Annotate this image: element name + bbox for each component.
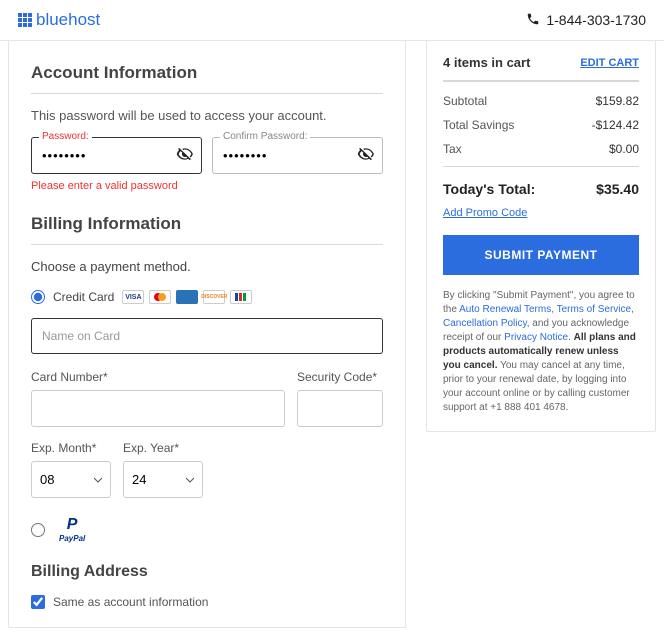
add-promo-link[interactable]: Add Promo Code: [443, 207, 527, 219]
credit-card-label: Credit Card: [53, 290, 114, 304]
privacy-link[interactable]: Privacy Notice: [504, 332, 568, 343]
choose-payment-text: Choose a payment method.: [31, 259, 383, 274]
exp-month-label: Exp. Month*: [31, 441, 111, 455]
support-phone[interactable]: 1-844-303-1730: [526, 12, 646, 29]
phone-icon: [526, 12, 540, 29]
logo-grid-icon: [18, 13, 32, 27]
cart-summary: 4 items in cart EDIT CART Subtotal $159.…: [426, 41, 656, 432]
tos-link[interactable]: Terms of Service: [557, 304, 631, 315]
submit-payment-button[interactable]: SUBMIT PAYMENT: [443, 235, 639, 275]
card-number-input[interactable]: [31, 390, 285, 427]
account-info-heading: Account Information: [31, 63, 383, 83]
jcb-icon: [230, 290, 252, 304]
paypal-icon: P PayPal: [59, 516, 85, 543]
subtotal-value: $159.82: [596, 94, 639, 108]
total-label: Today's Total:: [443, 181, 535, 197]
amex-icon: [176, 290, 198, 304]
legal-text: By clicking "Submit Payment", you agree …: [443, 289, 639, 415]
credit-card-radio[interactable]: [31, 290, 45, 304]
billing-address-heading: Billing Address: [31, 563, 383, 581]
confirm-password-field-wrap: Confirm Password:: [212, 137, 383, 174]
card-logos: VISA DISCOVER: [122, 290, 252, 304]
brand-text: bluehost: [36, 10, 100, 30]
discover-icon: DISCOVER: [203, 290, 225, 304]
security-code-label: Security Code*: [297, 370, 383, 384]
divider: [31, 93, 383, 94]
savings-value: -$124.42: [592, 118, 639, 132]
exp-year-label: Exp. Year*: [123, 441, 203, 455]
confirm-password-label: Confirm Password:: [220, 131, 310, 142]
card-number-label: Card Number*: [31, 370, 285, 384]
eye-off-icon[interactable]: [357, 145, 375, 167]
tax-value: $0.00: [609, 142, 639, 156]
checkout-form: Account Information This password will b…: [8, 41, 406, 628]
name-on-card-input[interactable]: [31, 318, 383, 354]
phone-number: 1-844-303-1730: [546, 12, 646, 28]
subtotal-label: Subtotal: [443, 94, 487, 108]
billing-info-heading: Billing Information: [31, 214, 383, 234]
paypal-radio[interactable]: [31, 523, 45, 537]
password-error: Please enter a valid password: [31, 180, 383, 192]
divider: [31, 244, 383, 245]
edit-cart-link[interactable]: EDIT CART: [580, 57, 639, 69]
password-helper: This password will be used to access you…: [31, 108, 383, 123]
visa-icon: VISA: [122, 290, 144, 304]
total-value: $35.40: [596, 181, 639, 197]
cancellation-link[interactable]: Cancellation Policy: [443, 318, 527, 329]
exp-month-select[interactable]: 08: [31, 461, 111, 498]
password-label: Password:: [39, 131, 92, 142]
eye-off-icon[interactable]: [176, 145, 194, 167]
mastercard-icon: [149, 290, 171, 304]
page-header: bluehost 1-844-303-1730: [0, 0, 664, 41]
exp-year-select[interactable]: 24: [123, 461, 203, 498]
tax-label: Tax: [443, 142, 462, 156]
password-field-wrap: Password:: [31, 137, 202, 174]
cart-items-count: 4 items in cart: [443, 55, 530, 70]
credit-card-option[interactable]: Credit Card VISA DISCOVER: [31, 290, 383, 304]
paypal-option[interactable]: P PayPal: [31, 516, 383, 543]
security-code-input[interactable]: [297, 390, 383, 427]
bluehost-logo[interactable]: bluehost: [18, 10, 100, 30]
savings-label: Total Savings: [443, 118, 514, 132]
auto-renewal-link[interactable]: Auto Renewal Terms: [459, 304, 551, 315]
